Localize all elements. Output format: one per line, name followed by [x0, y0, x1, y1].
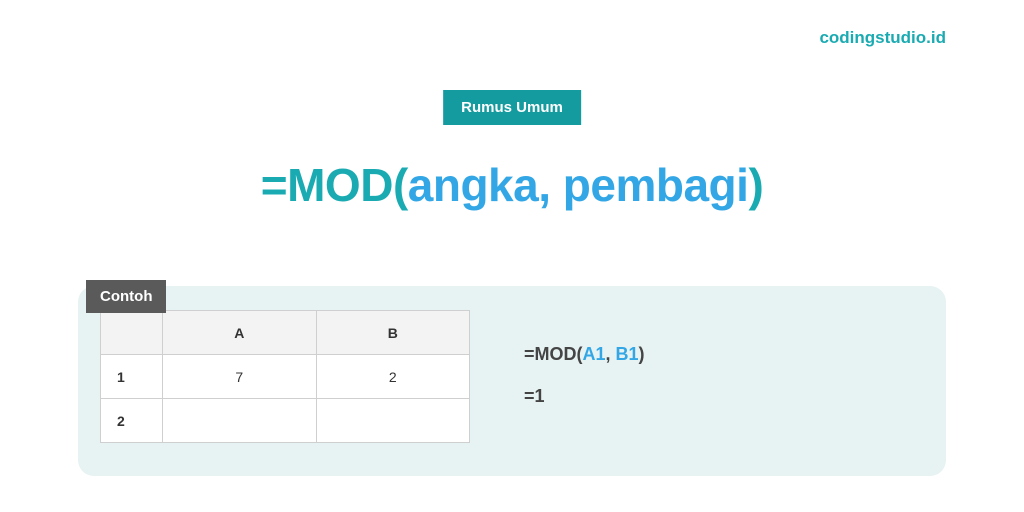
example-result: =1 [524, 386, 545, 407]
table-row: 1 7 2 [101, 355, 470, 399]
formula-arg1: angka [408, 159, 538, 211]
formula-general: =MOD(angka, pembagi) [0, 158, 1024, 212]
example-formula-sep: , [606, 344, 616, 364]
cell-b1: 2 [316, 355, 470, 399]
example-formula: =MOD(A1, B1) [524, 344, 645, 365]
example-formula-ref2: B1 [616, 344, 639, 364]
brand-text: codingstudio.id [819, 28, 946, 48]
cell-b2 [316, 399, 470, 443]
cell-a2 [163, 399, 317, 443]
example-label: Contoh [86, 280, 166, 313]
formula-function-name: MOD [287, 159, 393, 211]
table-corner [101, 311, 163, 355]
example-formula-ref1: A1 [583, 344, 606, 364]
row-header-1: 1 [101, 355, 163, 399]
row-header-2: 2 [101, 399, 163, 443]
formula-arg2: pembagi [563, 159, 749, 211]
formula-comma: , [538, 159, 563, 211]
cell-a1: 7 [163, 355, 317, 399]
table-row: 2 [101, 399, 470, 443]
formula-open-paren: ( [393, 159, 408, 211]
formula-close-paren: ) [748, 159, 763, 211]
example-formula-prefix: =MOD( [524, 344, 583, 364]
col-header-a: A [163, 311, 317, 355]
example-container: Contoh A B 1 7 2 2 =MOD(A1, B1) =1 [78, 286, 946, 476]
example-formula-suffix: ) [639, 344, 645, 364]
col-header-b: B [316, 311, 470, 355]
formula-equals: = [261, 159, 287, 211]
spreadsheet-table: A B 1 7 2 2 [100, 310, 470, 443]
section-badge: Rumus Umum [443, 90, 581, 125]
